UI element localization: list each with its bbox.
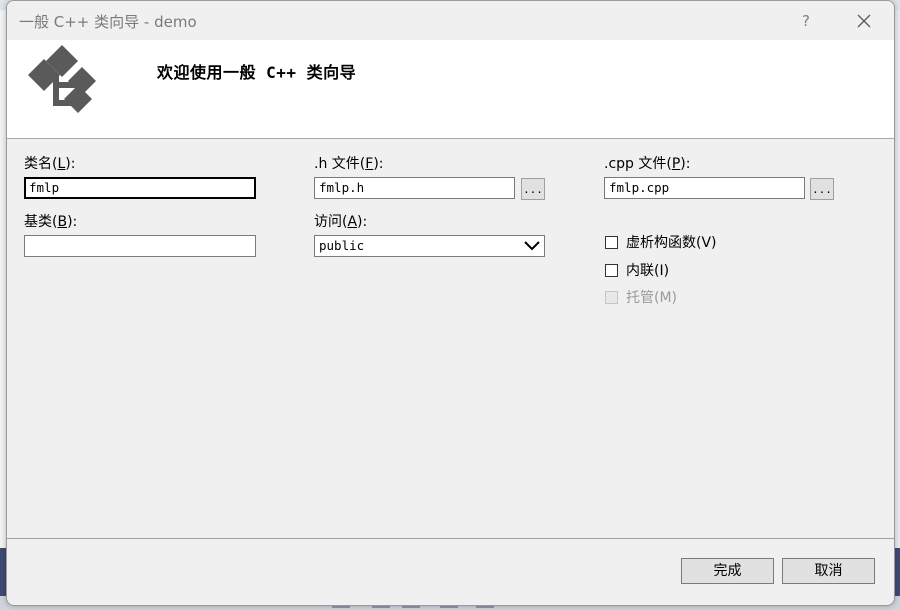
managed-checkbox: 托管(M) bbox=[605, 288, 677, 306]
class-wizard-logo-icon bbox=[28, 45, 96, 113]
managed-label: 托管(M) bbox=[626, 290, 678, 306]
access-select-value: public bbox=[319, 238, 365, 253]
base-class-input[interactable] bbox=[24, 235, 256, 257]
finish-button[interactable]: 完成 bbox=[681, 558, 774, 584]
window-title: 一般 C++ 类向导 - demo bbox=[19, 13, 197, 31]
virtual-destructor-checkbox[interactable]: 虚析构函数(V) bbox=[605, 233, 717, 251]
inline-checkbox[interactable]: 内联(I) bbox=[605, 261, 669, 279]
access-select[interactable]: public bbox=[314, 235, 545, 257]
class-name-input[interactable]: fmlp bbox=[24, 177, 256, 199]
h-file-browse-button[interactable]: ... bbox=[521, 178, 545, 200]
h-file-label: .h 文件(F): bbox=[314, 156, 384, 172]
class-wizard-dialog: 一般 C++ 类向导 - demo ? 欢迎使用一般 C++ 类向导 类名(L)… bbox=[6, 0, 895, 606]
checkbox-box bbox=[605, 290, 618, 304]
checkbox-box[interactable] bbox=[605, 263, 618, 277]
wizard-header: 欢迎使用一般 C++ 类向导 bbox=[7, 40, 894, 139]
cpp-file-browse-button[interactable]: ... bbox=[810, 178, 834, 200]
class-name-label: 类名(L): bbox=[24, 156, 76, 172]
chevron-down-icon bbox=[524, 241, 540, 251]
help-button[interactable]: ? bbox=[791, 7, 821, 35]
cancel-button[interactable]: 取消 bbox=[782, 558, 875, 584]
virtual-destructor-label: 虚析构函数(V) bbox=[626, 235, 717, 251]
title-bar: 一般 C++ 类向导 - demo ? bbox=[7, 1, 894, 40]
cpp-file-input[interactable]: fmlp.cpp bbox=[604, 177, 805, 199]
cpp-file-label: .cpp 文件(P): bbox=[604, 156, 691, 172]
h-file-input[interactable]: fmlp.h bbox=[314, 177, 515, 199]
checkbox-box[interactable] bbox=[605, 235, 618, 249]
access-label: 访问(A): bbox=[314, 214, 368, 230]
base-class-label: 基类(B): bbox=[24, 214, 78, 230]
close-button[interactable] bbox=[847, 7, 881, 35]
inline-label: 内联(I) bbox=[626, 263, 670, 279]
welcome-heading: 欢迎使用一般 C++ 类向导 bbox=[157, 63, 357, 82]
close-icon bbox=[857, 14, 871, 28]
footer-divider bbox=[7, 538, 894, 539]
